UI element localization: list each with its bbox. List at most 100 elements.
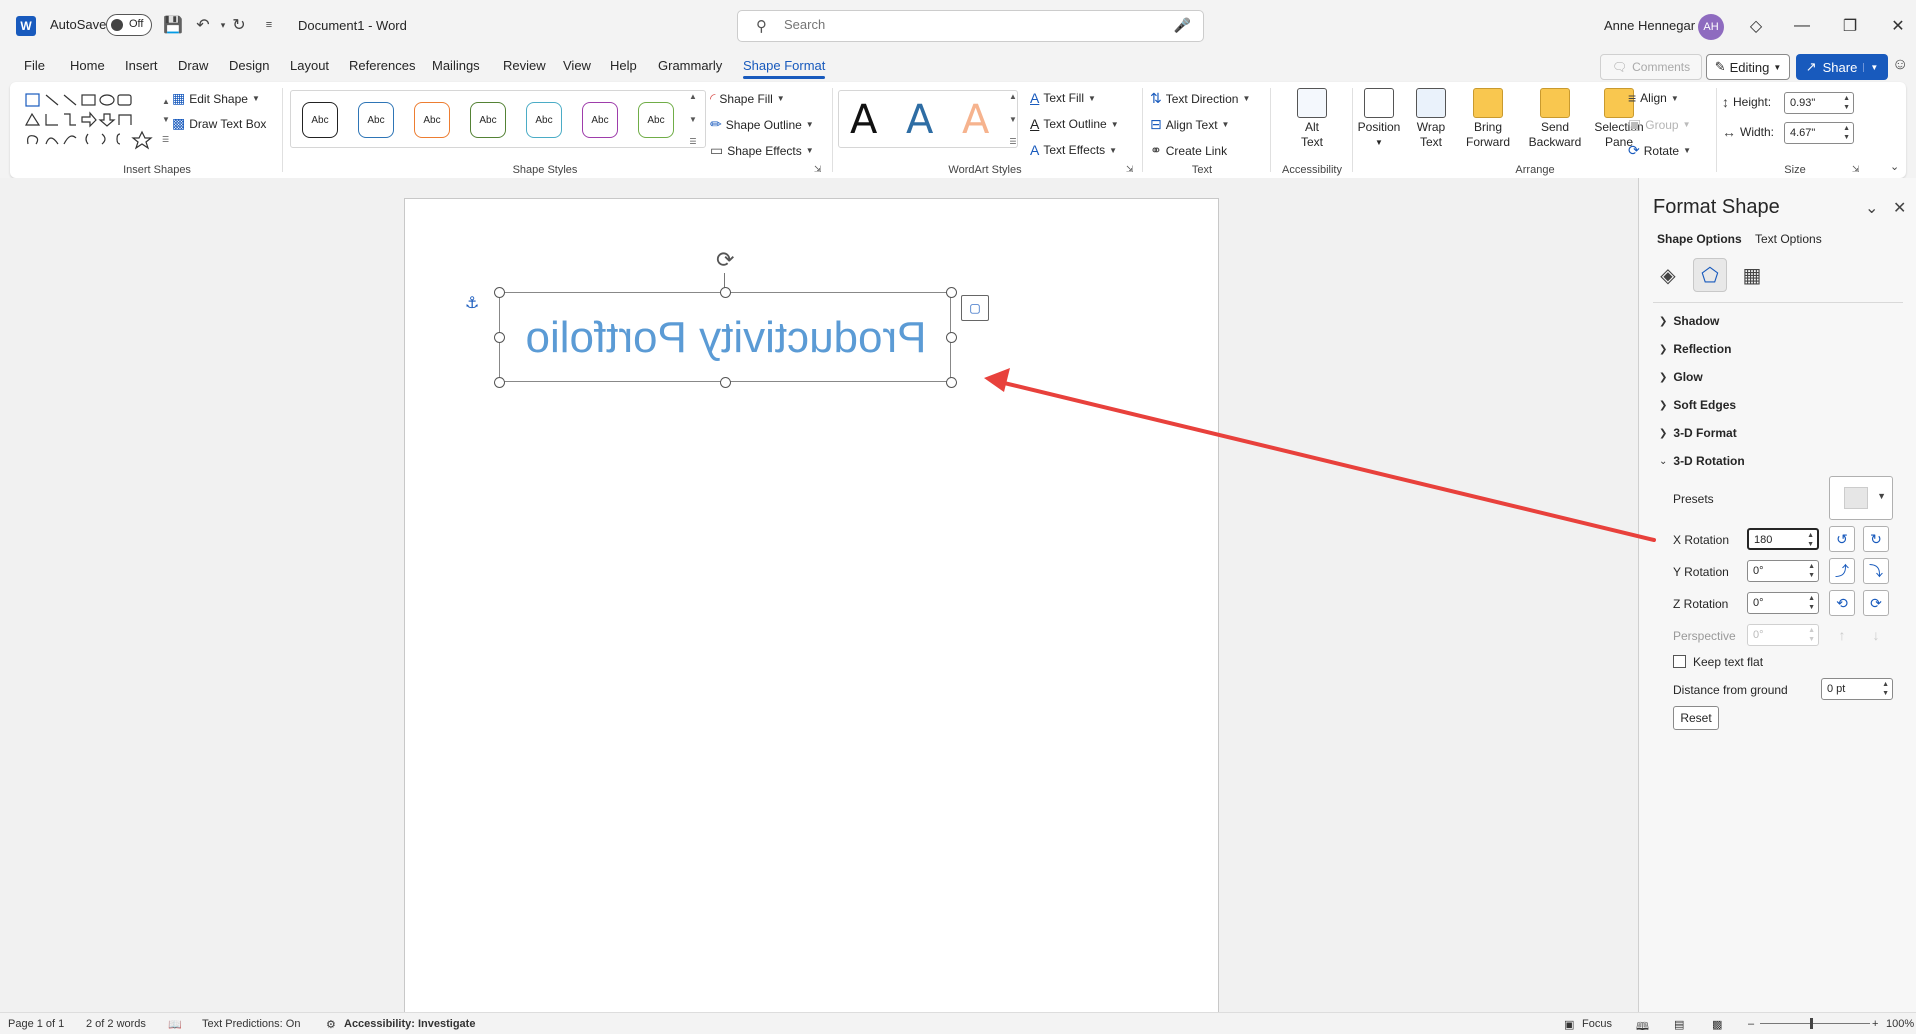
autosave-toggle[interactable]: Off <box>106 14 152 36</box>
text-direction-button[interactable]: ⇅ Text Direction ▼ <box>1150 90 1250 107</box>
page-count[interactable]: Page 1 of 1 <box>8 1018 64 1030</box>
tab-view[interactable]: View <box>563 58 591 73</box>
spinner-icon[interactable]: ▲ ▼ <box>1843 124 1850 142</box>
tab-shape-options[interactable]: Shape Options <box>1657 232 1742 246</box>
zoom-level[interactable]: 100% <box>1886 1018 1914 1030</box>
focus-icon[interactable]: ▣ <box>1564 1018 1574 1031</box>
feedback-icon[interactable]: ☺ <box>1892 56 1908 74</box>
tab-grammarly[interactable]: Grammarly <box>658 58 722 73</box>
perspective-decrease-button[interactable]: ↓ <box>1863 622 1889 648</box>
section-reflection[interactable]: ❯ Reflection <box>1659 342 1731 356</box>
resize-handle-top[interactable] <box>720 287 731 298</box>
x-rotation-input[interactable]: 180 ▲ ▼ <box>1747 528 1819 550</box>
print-layout-icon[interactable]: ▤ <box>1674 1018 1684 1031</box>
bring-forward-button[interactable]: Bring Forward <box>1456 88 1520 150</box>
spinner-icon[interactable]: ▲ ▼ <box>1808 562 1815 580</box>
z-rotate-counterclockwise-button[interactable]: ⟲ <box>1829 590 1855 616</box>
section-soft-edges[interactable]: ❯ Soft Edges <box>1659 398 1736 412</box>
close-pane-button[interactable]: ✕ <box>1893 198 1906 218</box>
scroll-up-icon[interactable]: ▲ <box>1009 92 1017 101</box>
word-count[interactable]: 2 of 2 words <box>86 1018 146 1030</box>
shape-outline-button[interactable]: ✏ Shape Outline ▼ <box>710 116 814 133</box>
text-predictions-status[interactable]: Text Predictions: On <box>202 1018 300 1030</box>
microphone-icon[interactable]: 🎤 <box>1174 17 1191 34</box>
more-icon[interactable]: ☰ <box>1009 137 1016 146</box>
collapse-ribbon-icon[interactable]: ⌄ <box>1890 160 1899 173</box>
y-rotate-down-button[interactable]: ⤵ <box>1863 558 1889 584</box>
zoom-in-icon[interactable]: + <box>1872 1018 1878 1030</box>
section-glow[interactable]: ❯ Glow <box>1659 370 1703 384</box>
zoom-slider-thumb[interactable] <box>1810 1018 1813 1029</box>
height-input[interactable]: 0.93" ▲ ▼ <box>1784 92 1854 114</box>
tab-help[interactable]: Help <box>610 58 637 73</box>
proofing-icon[interactable]: 📖 <box>168 1018 182 1031</box>
shape-styles-scroll[interactable]: ▲ ▼ ☰ <box>686 92 700 146</box>
zoom-slider-track[interactable] <box>1760 1023 1870 1024</box>
dialog-launcher-icon[interactable]: ⇲ <box>1852 164 1860 175</box>
align-button[interactable]: ≡ Align ▼ <box>1628 90 1679 106</box>
spinner-icon[interactable]: ▲ ▼ <box>1808 626 1815 644</box>
spinner-icon[interactable]: ▲ ▼ <box>1808 594 1815 612</box>
wrap-text-button[interactable]: Wrap Text <box>1406 88 1456 150</box>
share-button[interactable]: ↗ Share ▼ <box>1796 54 1888 80</box>
scroll-down-icon[interactable]: ▼ <box>689 115 697 124</box>
shape-effects-button[interactable]: ▭ Shape Effects ▼ <box>710 142 814 159</box>
read-mode-icon[interactable]: 🕮 <box>1636 1018 1649 1034</box>
shape-style-5[interactable]: Abc <box>526 102 562 138</box>
wordart-style-blue[interactable]: A <box>906 100 933 140</box>
spinner-icon[interactable]: ▲ ▼ <box>1807 531 1814 549</box>
position-button[interactable]: Position ▼ <box>1348 88 1410 150</box>
shape-style-4[interactable]: Abc <box>470 102 506 138</box>
resize-handle-right[interactable] <box>946 332 957 343</box>
shape-style-7[interactable]: Abc <box>638 102 674 138</box>
perspective-input[interactable]: 0° ▲ ▼ <box>1747 624 1819 646</box>
minimize-button[interactable]: — <box>1788 12 1816 40</box>
tab-layout[interactable]: Layout <box>290 58 329 73</box>
dialog-launcher-icon[interactable]: ⇲ <box>814 164 822 175</box>
z-rotate-clockwise-button[interactable]: ⟳ <box>1863 590 1889 616</box>
layout-properties-icon[interactable]: ▦ <box>1735 258 1769 292</box>
x-rotate-right-button[interactable]: ↻ <box>1863 526 1889 552</box>
restore-button[interactable]: ❐ <box>1836 12 1864 40</box>
save-icon[interactable]: 💾 <box>162 14 184 36</box>
comments-button[interactable]: 🗨 Comments <box>1600 54 1702 80</box>
focus-label[interactable]: Focus <box>1582 1018 1612 1030</box>
zoom-out-icon[interactable]: – <box>1748 1018 1754 1030</box>
tab-design[interactable]: Design <box>229 58 269 73</box>
scroll-down-icon[interactable]: ▼ <box>1009 115 1017 124</box>
distance-from-ground-input[interactable]: 0 pt ▲ ▼ <box>1821 678 1893 700</box>
keep-text-flat-checkbox[interactable] <box>1673 655 1686 668</box>
undo-icon[interactable]: ↶ <box>192 14 214 36</box>
shape-style-3[interactable]: Abc <box>414 102 450 138</box>
z-rotation-input[interactable]: 0° ▲ ▼ <box>1747 592 1819 614</box>
premium-diamond-icon[interactable]: ◇ <box>1742 12 1770 40</box>
tab-text-options[interactable]: Text Options <box>1755 232 1822 246</box>
effects-pentagon-icon[interactable]: ⬠ <box>1693 258 1727 292</box>
perspective-increase-button[interactable]: ↑ <box>1829 622 1855 648</box>
wordart-style-orange[interactable]: A <box>962 100 989 140</box>
resize-handle-bottom-right[interactable] <box>946 377 957 388</box>
scroll-up-icon[interactable]: ▲ <box>689 92 697 101</box>
text-effects-button[interactable]: A Text Effects ▼ <box>1030 142 1117 158</box>
fill-line-icon[interactable]: ◈ <box>1651 258 1685 292</box>
section-3d-format[interactable]: ❯ 3-D Format <box>1659 426 1737 440</box>
tab-shape-format[interactable]: Shape Format <box>743 58 826 79</box>
tab-references[interactable]: References <box>349 58 415 73</box>
rotate-button[interactable]: ⟳ Rotate ▼ <box>1628 142 1691 159</box>
shape-fill-button[interactable]: ◜ Shape Fill ▼ <box>710 90 785 107</box>
tab-mailings[interactable]: Mailings <box>432 58 480 73</box>
tab-insert[interactable]: Insert <box>125 58 158 73</box>
presets-dropdown[interactable]: ▼ <box>1829 476 1893 520</box>
text-fill-button[interactable]: A Text Fill ▼ <box>1030 90 1096 106</box>
document-page[interactable]: ⟳ ⚓ Productivity Portfolio ▢ <box>404 198 1219 1032</box>
wordart-style-black[interactable]: A <box>850 100 877 140</box>
spinner-icon[interactable]: ▲ ▼ <box>1843 94 1850 112</box>
dialog-launcher-icon[interactable]: ⇲ <box>1126 164 1134 175</box>
wordart-scroll[interactable]: ▲ ▼ ☰ <box>1006 92 1020 146</box>
reset-button[interactable]: Reset <box>1673 706 1719 730</box>
editing-mode-button[interactable]: ✎ Editing ▼ <box>1706 54 1790 80</box>
rotation-handle-icon[interactable]: ⟳ <box>716 247 734 273</box>
align-text-button[interactable]: ⊟ Align Text ▼ <box>1150 116 1229 133</box>
resize-handle-bottom[interactable] <box>720 377 731 388</box>
search-box[interactable]: ⚲ 🎤 <box>737 10 1204 42</box>
